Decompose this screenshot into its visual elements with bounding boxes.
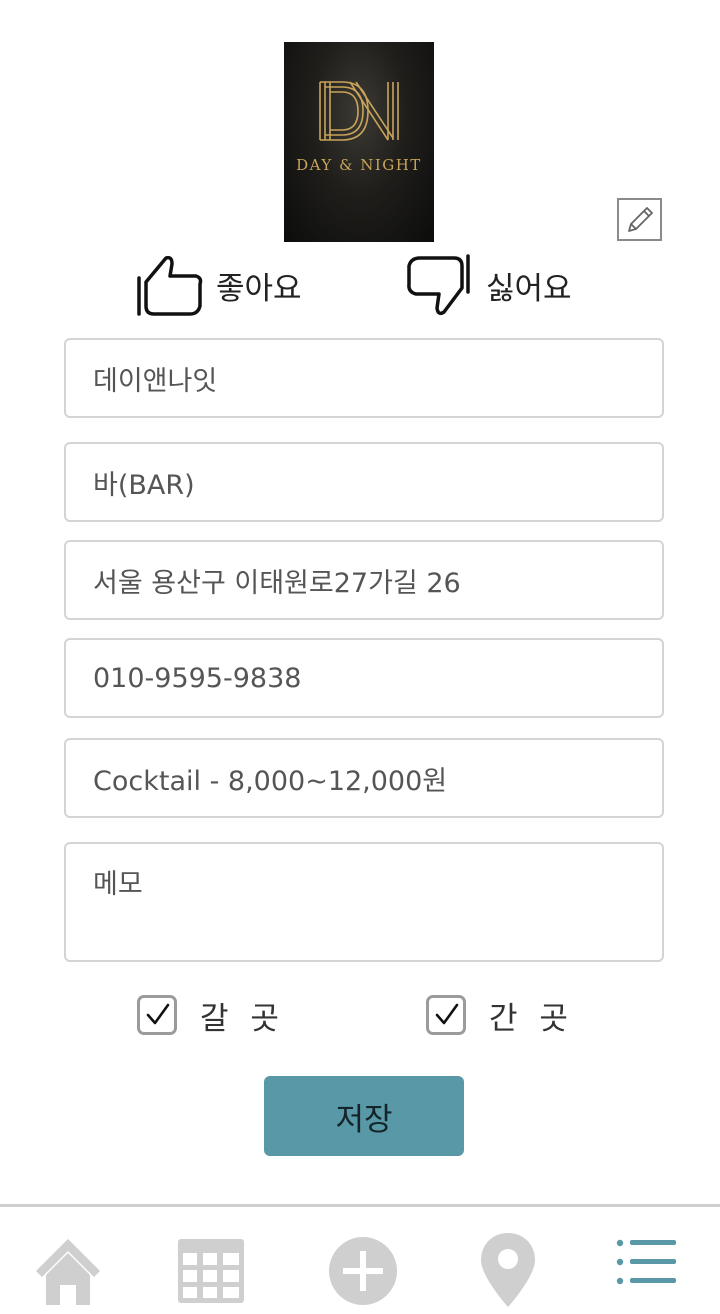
nav-add[interactable] [323, 1229, 403, 1309]
visited-checkbox[interactable] [426, 995, 466, 1035]
dislike-button[interactable]: 싫어요 [404, 250, 572, 320]
place-logo-image: DAY & NIGHT [284, 42, 434, 242]
pencil-edit-icon [628, 207, 653, 232]
nav-list[interactable] [612, 1229, 692, 1309]
category-field[interactable]: 바(BAR) [64, 442, 664, 522]
name-field[interactable]: 데이앤나잇 [64, 338, 664, 418]
dislike-label: 싫어요 [486, 270, 572, 307]
grid-icon [178, 1239, 244, 1303]
edit-button[interactable] [617, 198, 662, 241]
to-go-checkbox[interactable] [137, 995, 177, 1035]
thumbs-up-icon [137, 255, 203, 316]
phone-field[interactable]: 010-9595-9838 [64, 638, 664, 718]
to-go-checkbox-row[interactable]: 갈 곳 [137, 990, 285, 1040]
plus-circle-icon [329, 1237, 397, 1305]
nav-map[interactable] [468, 1229, 548, 1309]
price-field[interactable]: Cocktail - 8,000~12,000원 [64, 738, 664, 818]
logo-text: DAY & NIGHT [296, 156, 422, 174]
like-button[interactable]: 좋아요 [134, 250, 302, 320]
home-icon [36, 1239, 100, 1305]
map-pin-icon [481, 1233, 535, 1307]
save-button[interactable]: 저장 [264, 1076, 464, 1156]
address-field[interactable]: 서울 용산구 이태원로27가길 26 [64, 540, 664, 620]
list-icon [616, 1239, 676, 1285]
thumbs-down-icon [407, 254, 470, 316]
dn-monogram-icon [319, 81, 399, 141]
nav-grid[interactable] [172, 1229, 252, 1309]
visited-checkbox-row[interactable]: 간 곳 [426, 990, 574, 1040]
to-go-label: 갈 곳 [200, 1000, 285, 1037]
bottom-nav [0, 1204, 720, 1314]
visited-label: 간 곳 [489, 1000, 574, 1037]
like-label: 좋아요 [216, 270, 302, 307]
nav-home[interactable] [28, 1229, 108, 1309]
checkmark-icon [146, 1003, 170, 1025]
checkmark-icon [435, 1003, 459, 1025]
memo-field[interactable]: 메모 [64, 842, 664, 962]
